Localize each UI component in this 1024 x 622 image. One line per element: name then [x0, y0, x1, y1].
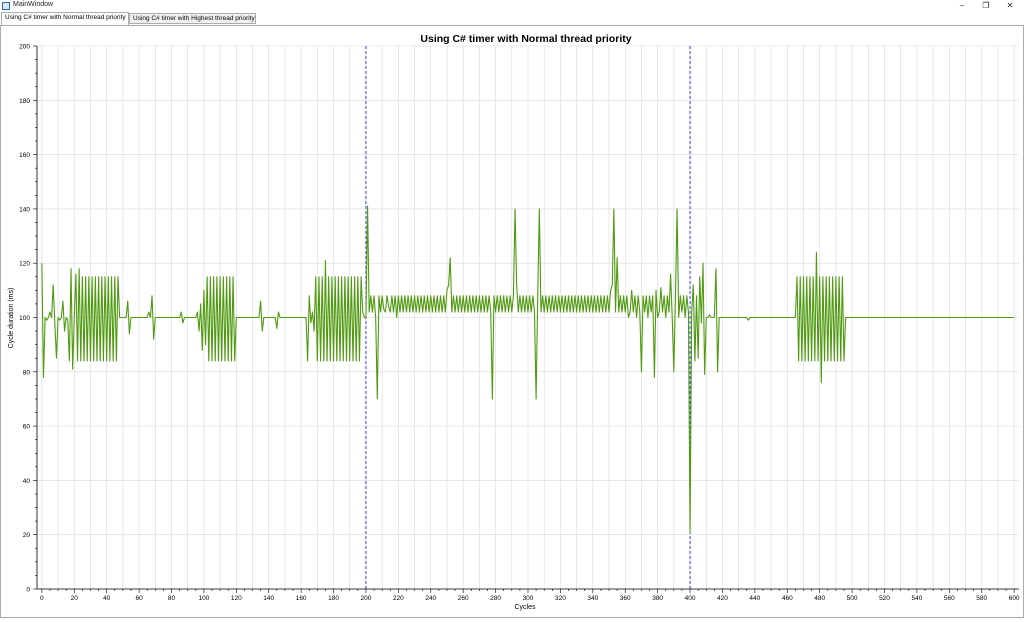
x-tick-label: 140	[263, 595, 274, 602]
x-tick-label: 120	[231, 595, 242, 602]
x-tick-label: 160	[296, 595, 307, 602]
y-tick-label: 60	[23, 424, 31, 431]
x-tick-label: 480	[814, 595, 825, 602]
tab-normal-priority[interactable]: Using C# timer with Normal thread priori…	[1, 12, 129, 25]
x-tick-label: 200	[361, 595, 372, 602]
y-tick-label: 100	[19, 315, 30, 322]
close-button[interactable]: ✕	[996, 0, 1024, 12]
y-tick-label: 20	[23, 532, 31, 539]
x-tick-label: 600	[1009, 595, 1020, 602]
x-tick-label: 20	[71, 595, 79, 602]
y-tick-label: 140	[19, 206, 30, 213]
x-tick-label: 300	[523, 595, 534, 602]
x-tick-label: 100	[198, 595, 209, 602]
chart-panel: 0 20 40 60 80 100 120 140 160 180 200 0 20 40 60 80 100 1…	[0, 25, 1024, 618]
x-tick-label: 220	[393, 595, 404, 602]
x-tick-label: 440	[749, 595, 760, 602]
x-tick-label: 240	[425, 595, 436, 602]
x-tick-label: 180	[328, 595, 339, 602]
y-tick-label: 40	[23, 478, 31, 485]
window-titlebar: MainWindow – ❐ ✕	[0, 0, 1024, 12]
x-tick-label: 340	[587, 595, 598, 602]
y-tick-label: 200	[19, 44, 30, 51]
y-tick-label: 180	[19, 98, 30, 105]
y-tick-label: 160	[19, 152, 30, 159]
x-tick-label: 280	[490, 595, 501, 602]
y-tick-label: 120	[19, 261, 30, 268]
x-tick-label: 540	[911, 595, 922, 602]
x-tick-label: 560	[944, 595, 955, 602]
x-tick-label: 0	[40, 595, 44, 602]
x-tick-label: 420	[717, 595, 728, 602]
tab-highest-priority[interactable]: Using C# timer with Highest thread prior…	[129, 13, 256, 24]
x-tick-label: 60	[135, 595, 143, 602]
x-tick-label: 40	[103, 595, 111, 602]
x-tick-label: 500	[847, 595, 858, 602]
axes: 0 20 40 60 80 100 120 140 160 180 200 0 20 40 60 80 100 1…	[19, 44, 1020, 603]
tab-strip: Using C# timer with Normal thread priori…	[0, 12, 1024, 25]
x-tick-label: 580	[976, 595, 987, 602]
x-tick-label: 460	[782, 595, 793, 602]
x-axis-label: Cycles	[514, 604, 536, 611]
x-tick-label: 360	[620, 595, 631, 602]
y-tick-label: 80	[23, 369, 31, 376]
y-axis-label: Cycle duration (ms)	[8, 288, 15, 349]
x-tick-label: 80	[168, 595, 176, 602]
x-tick-label: 400	[685, 595, 696, 602]
x-tick-label: 380	[652, 595, 663, 602]
chart-title: Using C# timer with Normal thread priori…	[420, 33, 631, 45]
x-tick-label: 320	[555, 595, 566, 602]
window-title: MainWindow	[13, 1, 54, 8]
app-icon	[2, 2, 10, 10]
x-tick-label: 520	[879, 595, 890, 602]
line-chart: 0 20 40 60 80 100 120 140 160 180 200 0 20 40 60 80 100 1…	[8, 33, 1020, 611]
x-tick-label: 260	[458, 595, 469, 602]
y-tick-label: 0	[26, 587, 30, 594]
